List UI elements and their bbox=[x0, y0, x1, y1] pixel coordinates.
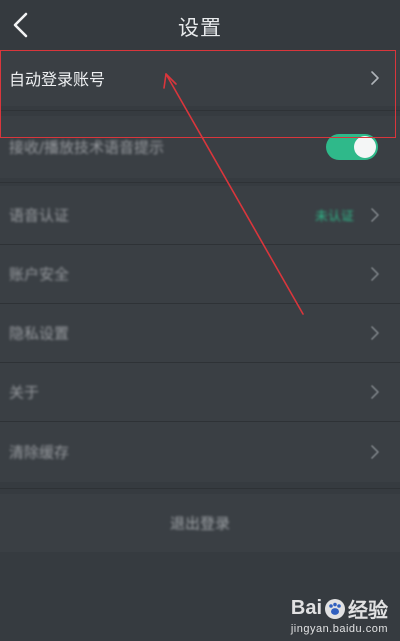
paw-icon bbox=[325, 598, 345, 619]
settings-row-voice-auth[interactable]: 语音认证 未认证 bbox=[0, 186, 400, 244]
clear-cache-label: 清除缓存 bbox=[9, 443, 70, 462]
chevron-right-icon bbox=[371, 208, 379, 222]
watermark-brand-right: 经验 bbox=[348, 600, 388, 622]
logout-button[interactable]: 退出登录 bbox=[0, 494, 400, 552]
about-label: 关于 bbox=[9, 383, 40, 402]
settings-row-about[interactable]: 关于 bbox=[0, 363, 400, 421]
top-bar: 设置 bbox=[0, 0, 400, 50]
watermark-brand: Bai 经验 bbox=[291, 594, 388, 623]
chevron-right-icon bbox=[371, 71, 379, 85]
voice-prompt-label: 接收/播放技术语音提示 bbox=[9, 138, 165, 157]
auto-login-account-row[interactable]: 自动登录账号 bbox=[0, 50, 400, 106]
chevron-right-icon bbox=[371, 385, 379, 399]
toggle-knob bbox=[354, 136, 376, 158]
section-divider bbox=[0, 110, 400, 111]
section-divider bbox=[0, 182, 400, 183]
voice-prompt-toggle[interactable] bbox=[326, 134, 378, 160]
auto-login-account-label: 自动登录账号 bbox=[9, 70, 106, 89]
voice-auth-label: 语音认证 bbox=[9, 206, 70, 225]
settings-row-clear-cache[interactable]: 清除缓存 bbox=[0, 422, 400, 482]
settings-row-account-security[interactable]: 账户安全 bbox=[0, 245, 400, 303]
voice-auth-status: 未认证 bbox=[314, 209, 354, 225]
account-security-label: 账户安全 bbox=[9, 265, 70, 284]
chevron-right-icon bbox=[371, 267, 379, 281]
page-title: 设置 bbox=[178, 16, 222, 40]
chevron-right-icon bbox=[371, 445, 379, 459]
logout-label: 退出登录 bbox=[169, 514, 230, 533]
voice-prompt-toggle-row: 接收/播放技术语音提示 bbox=[0, 116, 400, 178]
baidu-jingyan-watermark: Bai 经验 jingyan.baidu.com bbox=[291, 594, 388, 635]
privacy-label: 隐私设置 bbox=[9, 324, 70, 343]
section-divider bbox=[0, 488, 400, 489]
watermark-brand-left: Bai bbox=[290, 597, 322, 619]
settings-row-privacy[interactable]: 隐私设置 bbox=[0, 304, 400, 362]
watermark-domain: jingyan.baidu.com bbox=[290, 623, 388, 635]
chevron-right-icon bbox=[371, 326, 379, 340]
